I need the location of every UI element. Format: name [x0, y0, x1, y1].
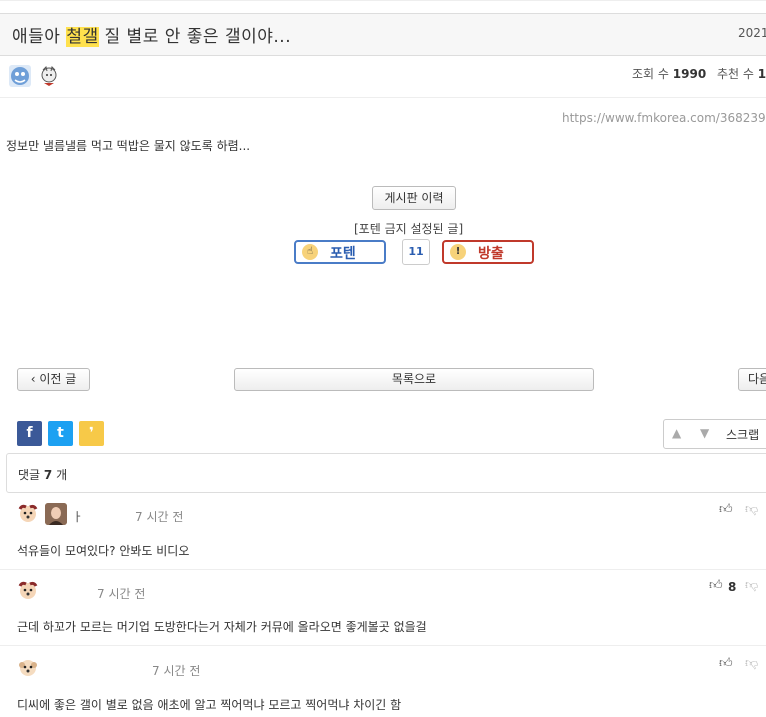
comment-text: 근데 하꼬가 모르는 머기업 도방한다는거 자체가 커뮤에 올라오면 좋게볼곳 … [17, 620, 427, 634]
post-date: 2021. [738, 26, 766, 40]
comment-count: 7 [43, 468, 53, 482]
facebook-share-icon[interactable]: f [17, 421, 42, 446]
comment-text: 석유들이 모여있다? 안봐도 비디오 [17, 544, 190, 558]
chevron-left-icon: ‹ [30, 372, 36, 386]
twitter-share-icon[interactable]: t [48, 421, 73, 446]
scrap-box: ▲ ▼ 스크랩 [663, 419, 766, 449]
meta-divider [0, 97, 766, 98]
comment-user-photo[interactable] [45, 503, 67, 525]
post-content: 정보만 낼름낼름 먹고 떡밥은 물지 않도록 하렴... [6, 139, 251, 153]
comment-text: 디씨에 좋은 갤이 별로 없음 애초에 알고 찍어먹냐 모르고 찍어먹냐 차이긴… [17, 698, 402, 712]
list-button[interactable]: 목록으로 [234, 368, 594, 391]
comment-avatar[interactable] [17, 657, 39, 679]
thumbs-up-icon[interactable]: 👍︎ [709, 578, 723, 593]
upvote-button[interactable]: ☝ 포텐 [294, 240, 386, 264]
comment-divider [0, 645, 766, 646]
comments-header: 댓글 7 개 [6, 453, 766, 493]
prev-post-button[interactable]: ‹ 이전 글 [17, 368, 90, 391]
thumbs-down-icon[interactable]: 👎︎ [745, 502, 758, 517]
board-history-button[interactable]: 게시판 이력 [372, 186, 456, 210]
view-count: 조회 수 1990 [632, 67, 707, 81]
comment-avatar[interactable] [17, 503, 39, 525]
scrap-button[interactable]: 스크랩 [726, 426, 759, 443]
comment-time: 7 시간 전 [135, 510, 184, 524]
thumbs-up-face-icon: ☝ [302, 244, 318, 260]
comment-author[interactable]: ㅏ [72, 508, 83, 525]
kakao-share-icon[interactable]: ❜ [79, 421, 104, 446]
vote-count: 11 [402, 239, 430, 265]
vote-notice: [포텐 금지 설정된 글] [354, 222, 464, 236]
arrow-up-icon[interactable]: ▲ [672, 426, 681, 440]
top-divider [0, 0, 766, 1]
downvote-button[interactable]: ! 방출 [442, 240, 534, 264]
post-title: 애들아 철갤 질 별로 안 좋은 갤이야... [12, 27, 292, 47]
comment-like-count: 8 [728, 580, 737, 594]
comment-divider [0, 569, 766, 570]
arrow-down-icon[interactable]: ▼ [700, 426, 709, 440]
thumbs-down-icon[interactable]: 👎︎ [745, 578, 758, 593]
author-avatar[interactable] [9, 65, 31, 87]
thumbs-up-icon[interactable]: 👍︎ [719, 656, 733, 671]
title-highlight: 철갤 [66, 27, 99, 47]
author-icon[interactable] [38, 65, 60, 87]
thumbs-down-icon[interactable]: 👎︎ [745, 656, 758, 671]
recommend-count: 추천 수 1 [717, 67, 766, 81]
thumbs-up-icon[interactable]: 👍︎ [719, 502, 733, 517]
post-url[interactable]: https://www.fmkorea.com/36823987 [562, 111, 766, 125]
shocked-face-icon: ! [450, 244, 466, 260]
comment-time: 7 시간 전 [152, 664, 201, 678]
next-post-button[interactable]: 다음 [738, 368, 766, 391]
comment-avatar[interactable] [17, 580, 39, 602]
comment-time: 7 시간 전 [97, 587, 146, 601]
